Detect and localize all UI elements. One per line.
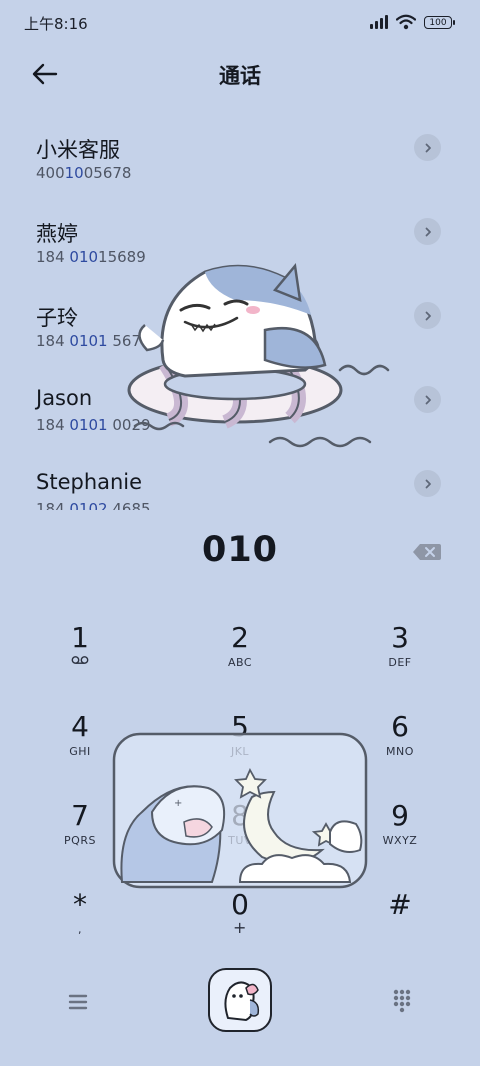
status-time: 上午8:16 xyxy=(24,15,88,33)
backspace-icon xyxy=(413,544,441,560)
contact-detail-button[interactable] xyxy=(414,302,441,329)
key-2[interactable]: 2 ABC xyxy=(180,615,300,695)
contact-item[interactable]: Stephanie 184 0102 4685 xyxy=(0,448,480,510)
contact-name: Jason xyxy=(36,386,93,410)
key-digit: # xyxy=(388,888,412,921)
contact-detail-button[interactable] xyxy=(414,470,441,497)
contact-number: 184 0101 5678 xyxy=(36,332,151,350)
contact-list[interactable]: 小米客服 4001005678 燕婷 184 01015689 子玲 184 0… xyxy=(0,112,480,510)
key-letters: MNO xyxy=(386,745,414,758)
key-3[interactable]: 3 DEF xyxy=(340,615,460,695)
key-letters: JKL xyxy=(230,745,250,758)
menu-icon xyxy=(68,994,88,1010)
key-digit: 6 xyxy=(391,710,409,743)
contact-number: 184 01015689 xyxy=(36,248,146,266)
key-1[interactable]: 1 xyxy=(20,615,140,695)
wifi-icon xyxy=(396,14,416,30)
key-5[interactable]: 5 JKL xyxy=(180,704,300,784)
chevron-right-icon xyxy=(425,143,431,152)
key-digit: 4 xyxy=(71,710,89,743)
key-4[interactable]: 4 GHI xyxy=(20,704,140,784)
key-digit: 8 xyxy=(231,799,249,832)
key-digit: * xyxy=(73,888,87,921)
dialpad-icon xyxy=(393,989,411,1013)
chevron-right-icon xyxy=(425,227,431,236)
bottom-bar xyxy=(0,960,480,1050)
key-digit: 5 xyxy=(231,710,249,743)
call-button[interactable] xyxy=(208,968,272,1032)
key-letters: DEF xyxy=(388,656,412,669)
contact-number: 4001005678 xyxy=(36,164,132,182)
contact-item[interactable]: 小米客服 4001005678 xyxy=(0,112,480,196)
key-letters: , xyxy=(78,923,82,936)
key-digit: 2 xyxy=(231,621,249,654)
contact-name: Stephanie xyxy=(36,470,143,494)
call-icon xyxy=(224,981,260,1022)
chevron-right-icon xyxy=(425,395,431,404)
key-digit: 1 xyxy=(71,621,89,654)
contact-detail-button[interactable] xyxy=(414,218,441,245)
contact-number: 184 0101 0029 xyxy=(36,416,151,434)
contact-item[interactable]: Jason 184 0101 0029 xyxy=(0,364,480,448)
signal-icon xyxy=(370,15,388,29)
dialpad-toggle-button[interactable] xyxy=(388,986,416,1014)
key-digit: 0 xyxy=(231,888,249,921)
key-letters: TUV xyxy=(228,834,252,847)
key-letters: WXYZ xyxy=(382,834,418,847)
chevron-right-icon xyxy=(425,311,431,320)
contact-name: 燕婷 xyxy=(36,222,78,246)
backspace-button[interactable] xyxy=(412,542,442,562)
contact-detail-button[interactable] xyxy=(414,134,441,161)
status-bar: 上午8:16 100 xyxy=(0,0,480,46)
key-digit: 9 xyxy=(391,799,409,832)
key-star[interactable]: * , xyxy=(20,882,140,962)
contact-item[interactable]: 燕婷 184 01015689 xyxy=(0,196,480,280)
key-8[interactable]: 8 TUV xyxy=(180,793,300,873)
contact-item[interactable]: 子玲 184 0101 5678 xyxy=(0,280,480,364)
key-7[interactable]: 7 PQRS xyxy=(20,793,140,873)
key-9[interactable]: 9 WXYZ xyxy=(340,793,460,873)
contact-name: 小米客服 xyxy=(36,138,120,162)
key-hash[interactable]: # xyxy=(340,882,460,962)
contact-name: 子玲 xyxy=(36,306,78,330)
status-icons: 100 xyxy=(370,13,455,31)
key-6[interactable]: 6 MNO xyxy=(340,704,460,784)
voicemail-icon xyxy=(71,656,89,664)
key-digit: 7 xyxy=(71,799,89,832)
key-letters: ABC xyxy=(227,656,253,669)
battery-icon: 100 xyxy=(424,15,455,29)
key-letters: + xyxy=(233,918,247,937)
page-title: 通话 xyxy=(219,64,261,88)
key-letters: PQRS xyxy=(64,834,96,847)
key-letters: GHI xyxy=(69,745,91,758)
menu-button[interactable] xyxy=(64,988,92,1016)
contact-detail-button[interactable] xyxy=(414,386,441,413)
dialed-number-display: 010 xyxy=(201,530,279,570)
key-0[interactable]: 0 + xyxy=(180,882,300,962)
key-digit: 3 xyxy=(391,621,409,654)
top-bar: 通话 xyxy=(0,46,480,102)
chevron-right-icon xyxy=(425,479,431,488)
contact-number: 184 0102 4685 xyxy=(36,500,151,510)
